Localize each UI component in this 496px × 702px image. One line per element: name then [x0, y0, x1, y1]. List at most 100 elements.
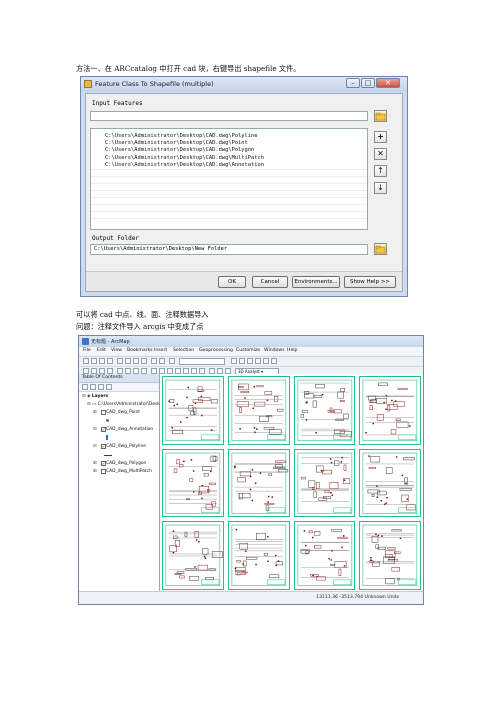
remove-item-button[interactable]: ✕: [374, 148, 387, 160]
list-by-source-icon[interactable]: [90, 384, 96, 390]
move-up-button[interactable]: ↑: [374, 165, 387, 177]
menu-bookmarks[interactable]: Bookmarks: [127, 348, 153, 353]
menu-selection[interactable]: Selection: [173, 348, 194, 353]
table-of-contents: Table Of Contents ⊟ ◆ Layers ⊟ ▭ C:\User…: [79, 374, 161, 592]
cad-drawing: [231, 452, 288, 514]
python-icon[interactable]: [271, 358, 277, 364]
move-down-button[interactable]: ↓: [374, 182, 387, 194]
toc-toolbar: [79, 383, 159, 392]
list-item[interactable]: C:\Users\Administrator\Desktop\CAD.dwg\A…: [91, 162, 367, 169]
cad-drawing-frame: [162, 521, 224, 590]
menu-windows[interactable]: Windows: [264, 348, 285, 353]
layer-item[interactable]: ⊟ ✓ CAD_dwg_Polyline: [93, 444, 146, 449]
menu-insert[interactable]: Insert: [154, 348, 167, 353]
input-features-label: Input Features: [92, 100, 143, 107]
list-item[interactable]: C:\Users\Administrator\Desktop\CAD.dwg\P…: [91, 140, 367, 147]
output-folder-label: Output Folder: [92, 235, 139, 242]
layer-name: CAD_dwg_Annotation: [106, 427, 154, 432]
menu-geoprocessing[interactable]: Geoprocessing: [199, 348, 233, 353]
cad-drawing: [362, 452, 418, 514]
menu-help[interactable]: Help: [287, 348, 297, 353]
cancel-button[interactable]: Cancel: [252, 276, 288, 288]
add-data-icon[interactable]: [169, 358, 175, 364]
annotation-symbol: [106, 435, 108, 440]
menu-view[interactable]: View: [111, 348, 122, 353]
layers-label: Layers: [91, 394, 109, 399]
coordinate-readout: 13111.36 -3513.794 Unknown Units: [316, 595, 399, 600]
maximize-button[interactable]: □: [361, 78, 375, 88]
arctoolbox-icon[interactable]: [263, 358, 269, 364]
status-bar: 13111.36 -3513.794 Unknown Units: [79, 591, 423, 604]
list-item[interactable]: C:\Users\Administrator\Desktop\CAD.dwg\P…: [91, 147, 367, 154]
list-by-selection-icon[interactable]: [106, 384, 112, 390]
dwg-path: C:\Users\Administrator\Deskt: [97, 402, 162, 407]
map-display[interactable]: [160, 374, 423, 592]
catalog-icon[interactable]: [247, 358, 253, 364]
table-icon[interactable]: [239, 358, 245, 364]
close-button[interactable]: ✕: [376, 78, 400, 88]
cad-drawing: [231, 525, 286, 587]
cad-drawing-frame: [293, 448, 356, 518]
output-folder-field[interactable]: C:\Users\Administrator\Desktop\New Folde…: [90, 244, 368, 255]
save-icon[interactable]: [99, 358, 105, 364]
cad-drawing: [165, 452, 221, 514]
print-icon[interactable]: [107, 358, 113, 364]
list-by-drawing-order-icon[interactable]: [82, 384, 88, 390]
new-map-icon[interactable]: [83, 358, 89, 364]
cad-drawing: [297, 452, 352, 514]
minimize-button[interactable]: –: [346, 78, 360, 88]
list-item[interactable]: C:\Users\Administrator\Desktop\CAD.dwg\P…: [91, 133, 367, 140]
input-features-list[interactable]: C:\Users\Administrator\Desktop\CAD.dwg\P…: [90, 128, 368, 230]
editor-icon[interactable]: [231, 358, 237, 364]
paste-icon[interactable]: [133, 358, 139, 364]
open-icon[interactable]: [91, 358, 97, 364]
input-features-field[interactable]: [90, 111, 368, 121]
browse-input-button[interactable]: [374, 110, 387, 122]
add-item-button[interactable]: +: [374, 131, 387, 143]
layer-checkbox[interactable]: ✓: [101, 427, 106, 432]
layer-item[interactable]: ⊟ ✓ CAD_dwg_Annotation: [93, 427, 153, 432]
redo-icon[interactable]: [159, 358, 165, 364]
cad-drawing: [165, 379, 221, 441]
layer-item[interactable]: ⊞ ✓ CAD_dwg_Polygon: [93, 461, 146, 466]
cad-drawing: [297, 525, 352, 587]
paragraph-import: 可以将 cad 中点、线、面、注释数据导入: [76, 310, 209, 319]
delete-icon[interactable]: [141, 358, 147, 364]
intro-text: 方法一、在 ARCcatalog 中打开 cad 块，右键导出 shapefil…: [76, 64, 301, 73]
ok-button[interactable]: OK: [218, 276, 246, 288]
cut-icon[interactable]: [117, 358, 123, 364]
list-item[interactable]: C:\Users\Administrator\Desktop\CAD.dwg\M…: [91, 155, 367, 162]
layer-checkbox[interactable]: [101, 469, 106, 474]
layer-item[interactable]: ⊞ CAD_dwg_Point: [93, 410, 140, 415]
layer-checkbox[interactable]: ✓: [101, 461, 106, 466]
arcmap-title: 无标题 - ArcMap: [91, 339, 130, 345]
cad-drawing: [362, 525, 418, 587]
dwg-path-node[interactable]: ⊟ ▭ C:\Users\Administrator\Deskt: [87, 402, 161, 407]
dialog-title: Feature Class To Shapefile (multiple): [95, 80, 214, 88]
folder-icon: [375, 112, 386, 121]
menu-bar: File Edit View Bookmarks Insert Selectio…: [79, 347, 423, 357]
layers-node[interactable]: ⊟ ◆ Layers: [82, 394, 108, 399]
list-by-visibility-icon[interactable]: [98, 384, 104, 390]
undo-icon[interactable]: [151, 358, 157, 364]
environments-button[interactable]: Environments...: [292, 276, 340, 288]
search-icon[interactable]: [255, 358, 261, 364]
browse-output-button[interactable]: [374, 243, 387, 255]
layer-item[interactable]: ⊞ CAD_dwg_MultiPatch: [93, 469, 152, 474]
layer-checkbox[interactable]: [101, 410, 106, 415]
layer-checkbox[interactable]: ✓: [101, 444, 106, 449]
paragraph-problem: 问题：注释文件导入 arcgis 中变成了点: [76, 322, 204, 331]
cad-drawing-frame: [359, 448, 421, 518]
menu-customize[interactable]: Customize: [236, 348, 260, 353]
menu-file[interactable]: File: [83, 348, 91, 353]
point-symbol: [106, 419, 109, 422]
cad-drawing-frame: [293, 376, 356, 445]
copy-icon[interactable]: [125, 358, 131, 364]
show-help-button[interactable]: Show Help >>: [344, 276, 396, 288]
menu-edit[interactable]: Edit: [97, 348, 106, 353]
cad-drawing-frame: [359, 521, 421, 590]
scale-dropdown[interactable]: [179, 358, 225, 365]
cad-drawing-frame: [162, 376, 224, 445]
folder-icon: [375, 245, 386, 254]
arcmap-icon: [82, 338, 89, 345]
